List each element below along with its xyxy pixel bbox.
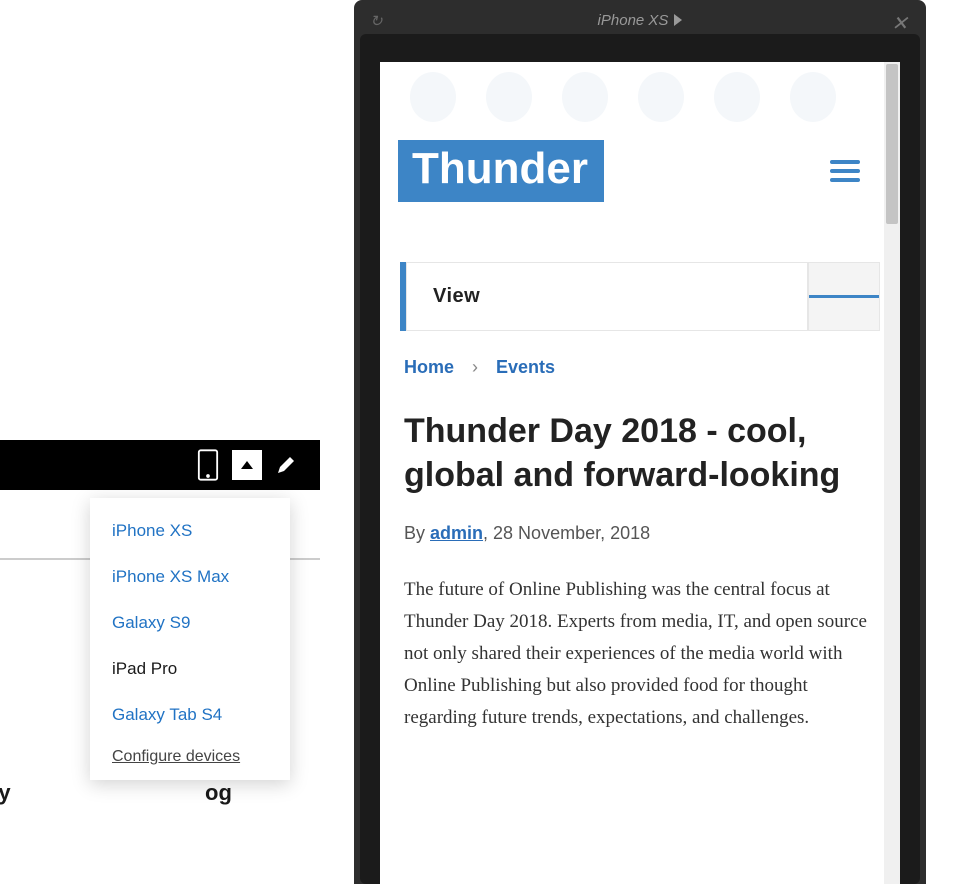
droplet-icon [486, 72, 532, 122]
caret-up-icon [241, 461, 253, 469]
device-selector-panel: My og iPhone XS iPhone XS Max Galaxy S9 … [0, 440, 330, 560]
close-icon[interactable]: ✕ [891, 11, 908, 36]
device-option-iphone-xs-max[interactable]: iPhone XS Max [90, 554, 290, 600]
device-option-galaxy-s9[interactable]: Galaxy S9 [90, 600, 290, 646]
hamburger-icon [809, 295, 832, 298]
main-menu-toggle[interactable] [830, 155, 860, 187]
droplet-icon [410, 72, 456, 122]
pencil-icon [276, 455, 296, 475]
device-option-ipad-pro[interactable]: iPad Pro [90, 646, 290, 692]
by-label: By [404, 523, 430, 543]
device-preview-button[interactable] [184, 440, 232, 490]
breadcrumb-home[interactable]: Home [404, 357, 454, 378]
toolbar-dropdown-toggle[interactable] [232, 450, 262, 480]
droplet-icon [790, 72, 836, 122]
preview-viewport[interactable]: Thunder View Home › Events [380, 62, 900, 884]
edit-button[interactable] [262, 440, 310, 490]
hamburger-icon [830, 169, 860, 173]
header-droplet-decoration [380, 62, 900, 122]
scrollbar-track[interactable] [884, 62, 900, 884]
article-body: The future of Online Publishing was the … [380, 544, 900, 734]
author-link[interactable]: admin [430, 523, 483, 543]
device-topbar: ↻ iPhone XS ✕ [360, 6, 920, 34]
site-header: Thunder [380, 122, 900, 232]
admin-toolbar [0, 440, 320, 490]
bg-text-right: og [205, 780, 232, 806]
droplet-icon [714, 72, 760, 122]
device-option-galaxy-tab-s4[interactable]: Galaxy Tab S4 [90, 692, 290, 738]
device-bezel: Thunder View Home › Events [360, 34, 920, 884]
hamburger-icon [832, 295, 855, 298]
play-icon[interactable] [674, 14, 682, 26]
droplet-icon [562, 72, 608, 122]
bg-text-left: My [0, 780, 11, 806]
breadcrumb: Home › Events [380, 331, 900, 378]
chevron-right-icon: › [472, 357, 478, 378]
device-option-iphone-xs[interactable]: iPhone XS [90, 508, 290, 554]
configure-devices-link[interactable]: Configure devices [90, 738, 290, 766]
tab-view[interactable]: View [406, 262, 808, 331]
rotate-icon[interactable]: ↻ [370, 12, 383, 30]
device-preview-frame: ↻ iPhone XS ✕ Thunder [354, 0, 926, 884]
page-title: Thunder Day 2018 - cool, global and forw… [380, 378, 900, 497]
scrollbar-thumb[interactable] [886, 64, 898, 224]
device-dropdown: iPhone XS iPhone XS Max Galaxy S9 iPad P… [90, 498, 290, 780]
breadcrumb-events[interactable]: Events [496, 357, 555, 378]
hamburger-icon [830, 160, 860, 164]
device-label: iPhone XS [598, 12, 669, 29]
droplet-icon [638, 72, 684, 122]
tab-menu-toggle[interactable] [808, 262, 880, 331]
hamburger-icon [830, 178, 860, 182]
hamburger-icon [856, 295, 879, 298]
article-byline: By admin, 28 November, 2018 [380, 497, 900, 544]
local-tabs-bar: View [400, 262, 880, 331]
site-logo[interactable]: Thunder [398, 140, 604, 202]
article-date: , 28 November, 2018 [483, 523, 650, 543]
phone-icon [197, 448, 219, 482]
